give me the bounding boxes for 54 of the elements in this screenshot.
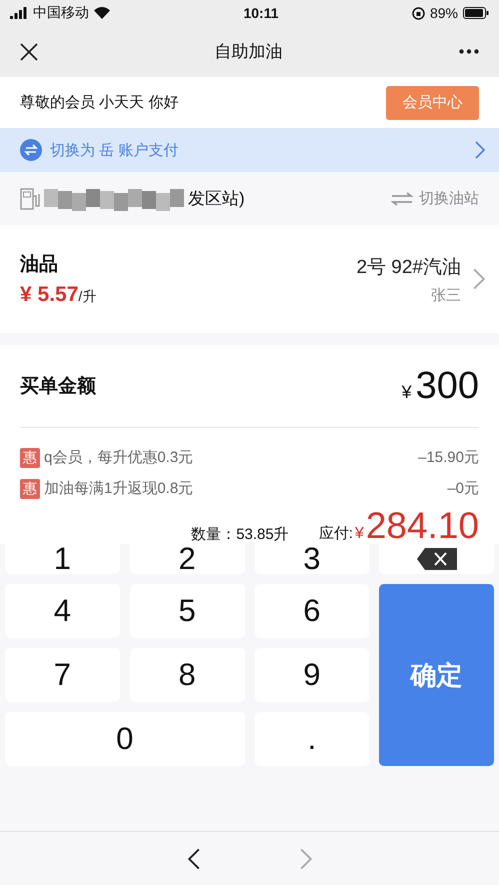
chevron-right-icon [473, 268, 485, 290]
keypad-key[interactable]: 9 [254, 648, 370, 702]
more-button[interactable] [459, 49, 479, 54]
greeting-text: 尊敬的会员 小天天 你好 [20, 93, 178, 112]
signal-icon [10, 7, 28, 19]
backspace-icon [416, 548, 457, 570]
keypad-key[interactable]: 0 [5, 712, 244, 766]
payable-amount: 284.10 [366, 507, 479, 544]
close-icon [20, 42, 38, 60]
quantity-text: 数量：53.85升 [191, 525, 289, 544]
discount-text: 加油每满1升返现0.8元 [44, 479, 194, 498]
keypad-key[interactable]: 6 [254, 584, 370, 638]
keypad-key[interactable]: 4 [5, 584, 120, 638]
currency-symbol: ¥ [354, 525, 364, 543]
amount-label: 买单金额 [20, 374, 96, 399]
keypad-key[interactable]: 7 [5, 648, 120, 702]
swap-icon [391, 192, 413, 206]
fuel-label: 油品 [20, 253, 58, 277]
chevron-left-icon [188, 848, 200, 870]
fuel-pump-icon [20, 188, 40, 210]
battery-icon [462, 7, 489, 19]
currency-symbol: ¥ [402, 382, 412, 402]
discount-value: –15.90元 [418, 448, 479, 467]
discount-badge: 惠 [20, 478, 40, 498]
keypad-key[interactable]: 5 [130, 584, 244, 638]
more-icon [459, 49, 479, 54]
attendant-name: 张三 [431, 286, 461, 304]
keypad-key[interactable]: 1 [5, 544, 120, 574]
discount-badge: 惠 [20, 448, 40, 468]
discount-text: q会员，每升优惠0.3元 [44, 448, 194, 467]
chevron-right-icon [475, 141, 485, 159]
keypad-key[interactable]: 8 [130, 648, 244, 702]
backspace-key[interactable] [379, 544, 494, 574]
close-button[interactable] [20, 42, 38, 60]
chevron-right-icon [300, 848, 312, 870]
carrier-name: 中国移动 [33, 4, 89, 22]
wifi-icon [94, 7, 110, 19]
payable-label: 应付: [318, 524, 353, 543]
back-button[interactable] [188, 848, 200, 870]
clock: 10:11 [243, 5, 278, 21]
keypad-key[interactable]: 2 [130, 544, 244, 574]
swap-icon [20, 139, 42, 161]
station-name: 发区站) [188, 188, 246, 210]
rotation-lock-icon [412, 6, 425, 20]
price-unit: /升 [78, 288, 96, 304]
keypad-key[interactable]: 3 [254, 544, 370, 574]
keypad-key[interactable]: . [254, 712, 370, 766]
confirm-button[interactable]: 确定 [379, 584, 494, 766]
battery-percent: 89% [430, 5, 458, 21]
fuel-price: ¥ 5.57 [20, 283, 78, 306]
fuel-product: 2号 92#汽油 [356, 256, 461, 280]
discount-value: –0元 [447, 479, 479, 498]
page-title: 自助加油 [214, 41, 282, 63]
amount-value: 300 [416, 364, 479, 406]
